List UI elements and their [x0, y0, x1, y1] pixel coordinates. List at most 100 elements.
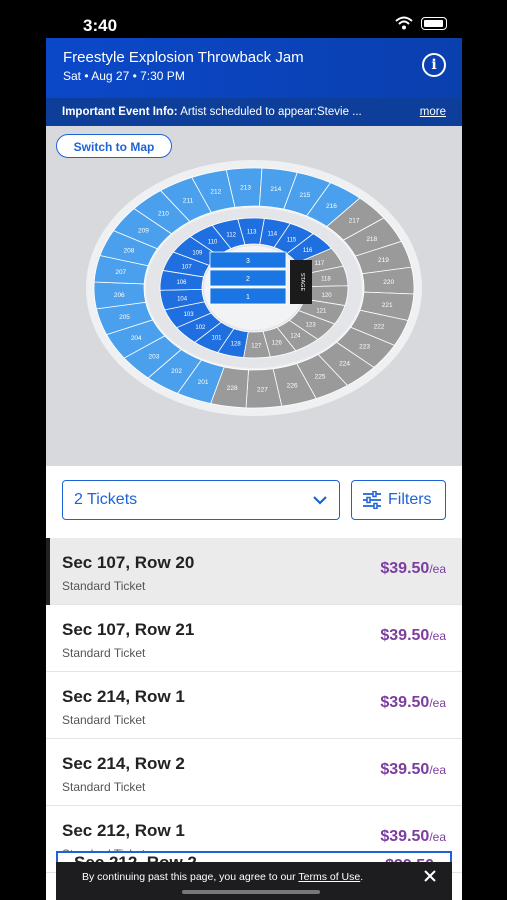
event-info-text: Important Event Info: Artist scheduled t…	[62, 98, 402, 126]
close-icon[interactable]	[424, 870, 436, 882]
info-icon[interactable]: i	[422, 53, 446, 77]
section-label: 225	[315, 374, 326, 381]
section-label: 106	[176, 280, 187, 286]
section-label: 115	[287, 238, 297, 244]
section-label: 103	[184, 312, 195, 318]
section-label: 216	[326, 203, 337, 210]
ticket-type: Standard Ticket	[62, 646, 146, 660]
battery-icon	[421, 16, 447, 30]
ticket-price: $39.50/ea	[380, 828, 446, 846]
section-label: 210	[158, 211, 169, 218]
section-label: 215	[299, 192, 310, 199]
section-label: 202	[171, 368, 182, 375]
section-label: 124	[290, 333, 301, 339]
ticket-quantity-select[interactable]: 2 Tickets	[62, 480, 340, 520]
ticket-quantity-value: 2 Tickets	[74, 491, 138, 508]
section-label: 224	[339, 360, 350, 367]
section-label: 107	[182, 264, 193, 270]
section-label: 211	[183, 197, 194, 204]
ticket-row[interactable]: Sec 214, Row 1 Standard Ticket $39.50/ea	[46, 672, 462, 739]
section-label: 109	[192, 251, 203, 257]
section-label: 223	[359, 343, 370, 350]
ticket-price: $39.50/ea	[380, 627, 446, 645]
section-label: 117	[315, 261, 325, 267]
ticket-price: $39.50/ea	[380, 694, 446, 712]
event-title: Freestyle Explosion Throwback Jam	[63, 49, 304, 66]
section-label: 204	[131, 335, 142, 342]
section-label: 228	[227, 385, 238, 392]
price-value: $39.50	[380, 560, 430, 577]
ticket-section-row: Sec 214, Row 2	[62, 754, 185, 773]
switch-to-map-button[interactable]: Switch to Map	[56, 134, 172, 158]
section-label: 222	[374, 324, 385, 331]
section-label: 102	[195, 325, 206, 331]
ticket-type: Standard Ticket	[62, 780, 146, 794]
section-label: 123	[306, 322, 317, 328]
price-unit: /ea	[429, 696, 446, 710]
ticket-price: $39.50/ea	[380, 761, 446, 779]
section-label: 203	[148, 353, 159, 360]
floor-section-label: 3	[246, 258, 250, 265]
ticket-section-row: Sec 214, Row 1	[62, 687, 185, 706]
wifi-icon	[395, 16, 413, 30]
stage-label: STAGE	[299, 273, 305, 292]
ticket-section-row: Sec 107, Row 21	[62, 620, 195, 639]
price-value: $39.50	[380, 761, 430, 778]
filters-label: Filters	[388, 491, 432, 508]
section-label: 116	[303, 248, 313, 254]
section-label: 208	[124, 247, 135, 254]
section-label: 120	[322, 293, 333, 299]
terms-of-use-link[interactable]: Terms of Use	[298, 871, 360, 883]
ticket-row[interactable]: Sec 107, Row 21 Standard Ticket $39.50/e…	[46, 605, 462, 672]
floor-section-label: 2	[246, 276, 250, 283]
sliders-icon	[363, 491, 381, 509]
section-label: 217	[349, 218, 360, 225]
selected-row-marker	[46, 538, 50, 605]
seat-map-graphic[interactable]: 213 2142152162172182192202212222232242252…	[46, 126, 462, 466]
section-label: 207	[115, 269, 126, 276]
section-label: 113	[247, 230, 257, 236]
terms-prefix: By continuing past this page, you agree …	[82, 871, 299, 883]
section-label: 205	[119, 314, 130, 321]
terms-banner: By continuing past this page, you agree …	[56, 862, 452, 900]
home-indicator	[182, 890, 320, 894]
ticket-section-row: Sec 212, Row 1	[62, 821, 185, 840]
seat-map[interactable]: 213 214 215 216 217 218 219 220 221 222 223 224 225 2…	[46, 126, 462, 466]
section-label: 118	[321, 277, 331, 283]
section-label: 128	[231, 342, 242, 348]
ticket-list: Sec 107, Row 20 Standard Ticket $39.50/e…	[46, 538, 462, 873]
section-label: 206	[114, 292, 125, 299]
event-date: Sat • Aug 27 • 7:30 PM	[63, 69, 185, 83]
event-info-message: Artist scheduled to appear:Stevie ...	[177, 106, 362, 118]
section-label: 219	[378, 257, 389, 264]
ticket-type: Standard Ticket	[62, 713, 146, 727]
ticket-row[interactable]: Sec 214, Row 2 Standard Ticket $39.50/ea	[46, 739, 462, 806]
section-label: 127	[251, 343, 262, 349]
section-label: 221	[382, 302, 393, 309]
section-label: 112	[226, 232, 236, 238]
more-link[interactable]: more	[420, 98, 446, 126]
section-label: 227	[257, 386, 268, 393]
section-label: 104	[177, 296, 188, 302]
event-info-bar[interactable]: Important Event Info: Artist scheduled t…	[46, 98, 462, 126]
section-label: 114	[268, 231, 278, 237]
section-label: 212	[210, 189, 221, 196]
price-value: $39.50	[380, 627, 430, 644]
filters-button[interactable]: Filters	[351, 480, 446, 520]
terms-text: By continuing past this page, you agree …	[82, 862, 363, 892]
section-label: 209	[138, 228, 149, 235]
price-unit: /ea	[429, 629, 446, 643]
floor-section-label: 1	[246, 294, 250, 301]
section-label: 201	[198, 379, 209, 386]
ticket-price: $39.50/ea	[380, 560, 446, 578]
price-value: $39.50	[380, 694, 430, 711]
chevron-down-icon	[313, 496, 327, 505]
ticket-type: Standard Ticket	[62, 579, 146, 593]
ticket-row[interactable]: Sec 107, Row 20 Standard Ticket $39.50/e…	[46, 538, 462, 605]
status-icons	[395, 16, 447, 30]
section-label: 126	[272, 341, 283, 347]
section-label: 218	[366, 236, 377, 243]
ticket-section-row: Sec 107, Row 20	[62, 553, 195, 572]
section-label: 220	[383, 279, 394, 286]
event-info-label: Important Event Info:	[62, 106, 178, 118]
